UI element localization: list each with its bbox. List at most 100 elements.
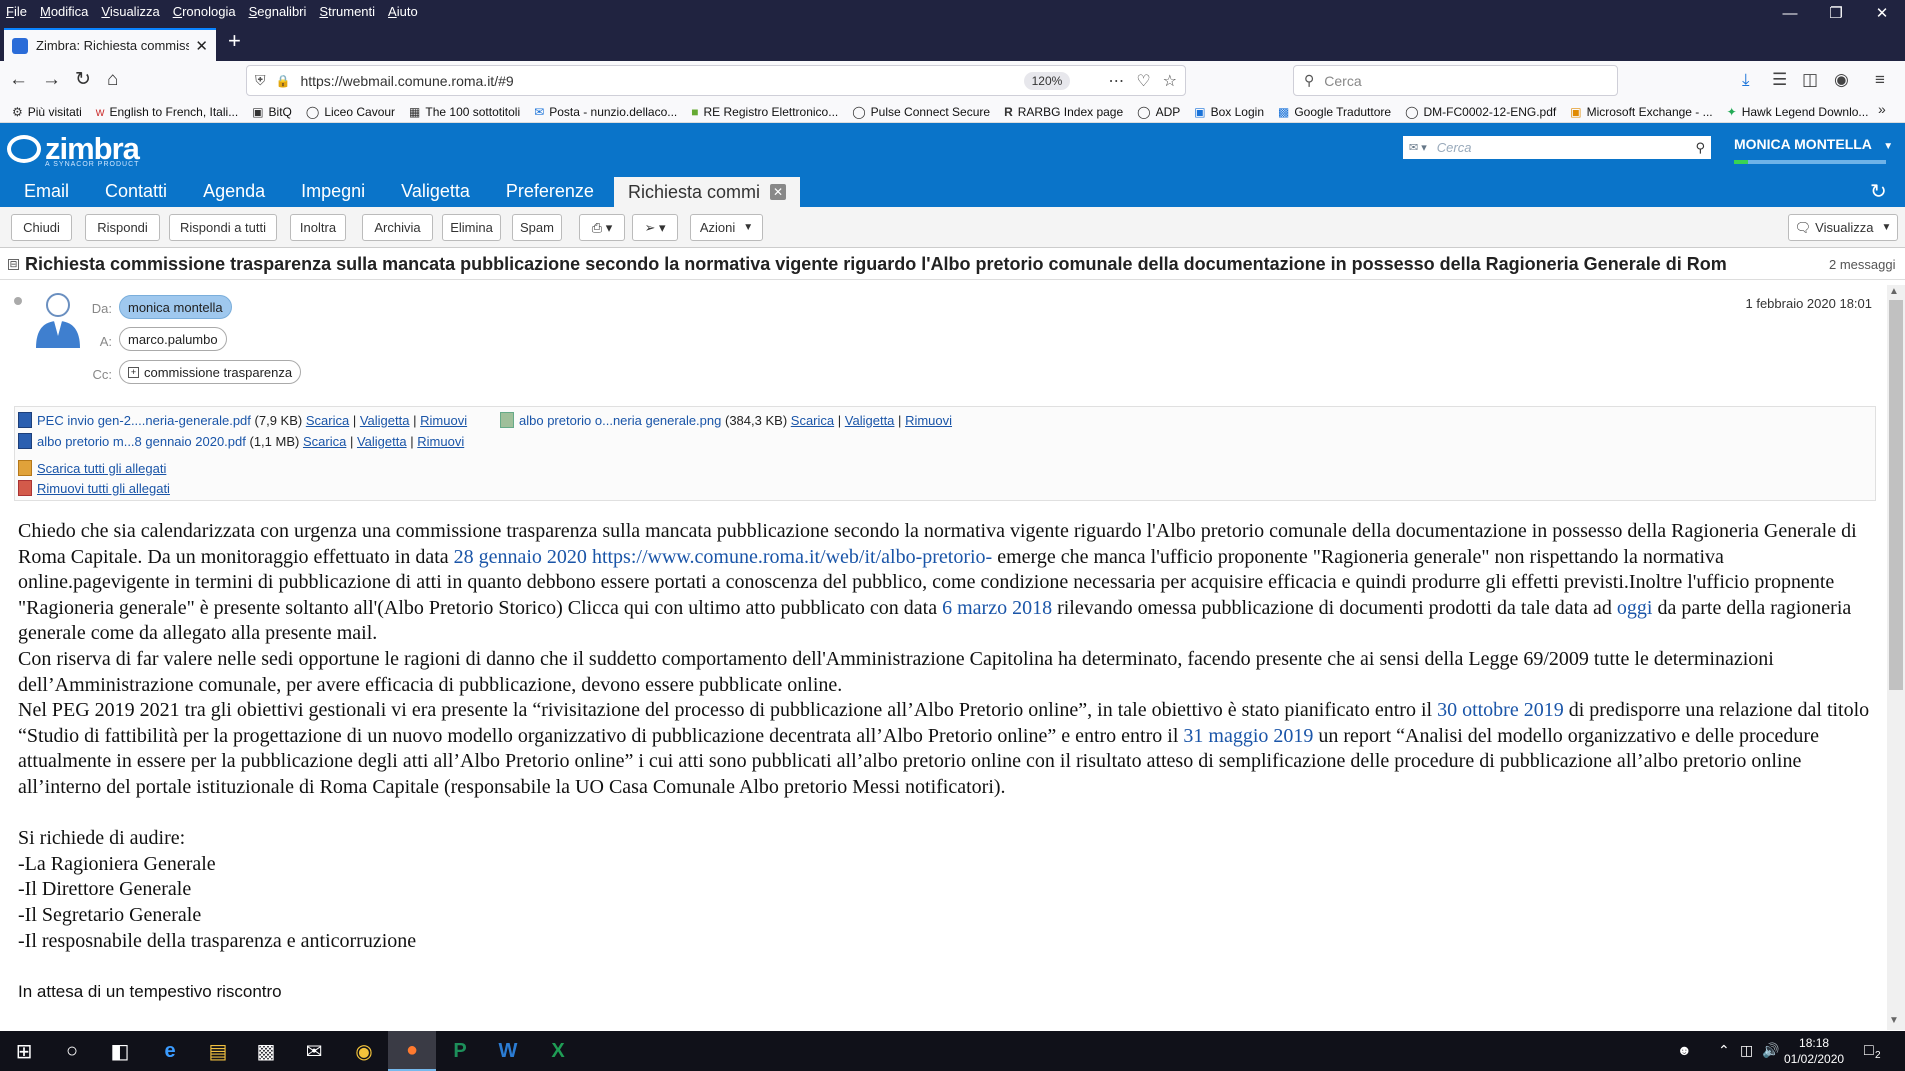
user-menu[interactable]: MONICA MONTELLA ▼ [1734, 136, 1893, 152]
bookmark-item[interactable]: ■ RE Registro Elettronico... [691, 105, 838, 119]
people-icon[interactable]: ☻ [1677, 1042, 1692, 1058]
recipient-pill[interactable]: marco.palumbo [119, 327, 227, 351]
download-icon[interactable]: ⤓ [1742, 70, 1750, 90]
menu-modifica[interactable]: Modifica [40, 4, 88, 19]
sender-pill[interactable]: monica montella [119, 295, 232, 319]
volume-icon[interactable]: 🔊 [1762, 1042, 1779, 1059]
remove-link[interactable]: Rimuovi [905, 413, 952, 428]
archive-button[interactable]: Archivia [362, 214, 433, 241]
mail-icon[interactable]: ✉ [290, 1031, 338, 1071]
tab-contatti[interactable]: Contatti [87, 177, 185, 207]
albo-pretorio-link[interactable]: https://www.comune.roma.it/web/it/albo-p… [592, 546, 992, 568]
download-link[interactable]: Scarica [791, 413, 834, 428]
zoom-badge[interactable]: 120% [1023, 71, 1071, 90]
bookmark-star-icon[interactable]: ☆ [1163, 71, 1177, 91]
remove-link[interactable]: Rimuovi [417, 434, 464, 449]
briefcase-link[interactable]: Valigetta [845, 413, 895, 428]
scroll-up-icon[interactable]: ▲ [1889, 286, 1899, 297]
bookmark-item[interactable]: ✉ Posta - nunzio.dellaco... [534, 105, 677, 119]
tab-valigetta[interactable]: Valigetta [383, 177, 488, 207]
chevron-up-icon[interactable]: ⌃ [1718, 1042, 1730, 1059]
word-icon[interactable]: W [484, 1031, 532, 1071]
new-tab-icon[interactable]: + [228, 30, 241, 52]
view-button[interactable]: 🗨 Visualizza ▼ [1788, 214, 1898, 241]
scroll-down-icon[interactable]: ▼ [1889, 1015, 1899, 1026]
date-link[interactable]: 31 maggio 2019 [1183, 725, 1313, 747]
bookmark-item[interactable]: w English to French, Itali... [96, 105, 238, 119]
scrollbar-thumb[interactable] [1889, 300, 1903, 690]
menu-aiuto[interactable]: Aiuto [388, 4, 418, 19]
chrome-icon[interactable]: ◉ [340, 1031, 388, 1071]
date-link[interactable]: 28 gennaio 2020 [454, 546, 587, 568]
reply-all-button[interactable]: Rispondi a tutti [169, 214, 277, 241]
expand-icon[interactable]: ⊟ [8, 258, 19, 270]
url-bar[interactable]: ⛨ 🔒 https://webmail.comune.roma.it/#9 12… [246, 65, 1186, 96]
publisher-icon[interactable]: P [436, 1031, 484, 1071]
hamburger-menu-icon[interactable]: ≡ [1875, 70, 1885, 90]
reload-icon[interactable]: ↻ [75, 69, 91, 91]
menu-cronologia[interactable]: Cronologia [173, 4, 236, 19]
cc-pill[interactable]: + commissione trasparenza [119, 360, 302, 384]
search-icon[interactable]: ○ [48, 1031, 96, 1071]
bookmark-item[interactable]: ▣ Microsoft Exchange - ... [1570, 105, 1712, 119]
expand-group-icon[interactable]: + [128, 366, 139, 378]
tab-email[interactable]: Email [0, 177, 87, 207]
close-tab-icon[interactable]: ✕ [769, 184, 786, 200]
search-icon[interactable]: ⚲ [1695, 140, 1705, 156]
back-icon[interactable]: ← [9, 69, 28, 91]
bookmark-item[interactable]: ▩ Google Traduttore [1278, 105, 1391, 119]
actions-button[interactable]: Azioni ▼ [690, 214, 763, 241]
browser-search-bar[interactable]: ⚲ Cerca [1293, 65, 1618, 96]
tab-preferenze[interactable]: Preferenze [488, 177, 612, 207]
sidebar-icon[interactable]: ◫ [1802, 70, 1818, 90]
bookmark-item[interactable]: ▣ BitQ [252, 105, 292, 119]
refresh-icon[interactable]: ↻ [1870, 179, 1887, 204]
browser-tab-zimbra[interactable]: Zimbra: Richiesta commissione ✕ [4, 28, 216, 61]
more-actions-icon[interactable]: ⋯ [1108, 71, 1124, 91]
tab-impegni[interactable]: Impegni [283, 177, 383, 207]
briefcase-link[interactable]: Valigetta [360, 413, 410, 428]
menu-visualizza[interactable]: Visualizza [101, 4, 159, 19]
remove-link[interactable]: Rimuovi [420, 413, 467, 428]
menu-segnalibri[interactable]: Segnalibri [249, 4, 307, 19]
spam-button[interactable]: Spam [512, 214, 562, 241]
task-view-icon[interactable]: ◧ [96, 1031, 144, 1071]
date-link[interactable]: oggi [1617, 597, 1653, 619]
close-tab-icon[interactable]: ✕ [195, 37, 208, 55]
file-explorer-icon[interactable]: ▤ [194, 1031, 242, 1071]
bookmark-item[interactable]: ◯ Liceo Cavour [306, 105, 395, 119]
library-icon[interactable]: ☰ [1772, 70, 1787, 90]
notifications-icon[interactable]: □ [1864, 1042, 1874, 1060]
bookmark-item[interactable]: R RARBG Index page [1004, 105, 1123, 119]
bookmark-item[interactable]: ⚙ Più visitati [12, 105, 82, 119]
date-link[interactable]: 30 ottobre 2019 [1437, 699, 1564, 721]
read-status-dot[interactable] [14, 297, 22, 305]
bookmark-item[interactable]: ◯ DM-FC0002-12-ENG.pdf [1405, 105, 1556, 119]
bookmark-item[interactable]: ✦ Hawk Legend Downlo... [1727, 105, 1869, 119]
download-link[interactable]: Scarica [306, 413, 349, 428]
store-icon[interactable]: ▩ [242, 1031, 290, 1071]
pocket-icon[interactable]: ♡ [1136, 71, 1150, 91]
bookmark-item[interactable]: ◯ Pulse Connect Secure [852, 105, 990, 119]
clock[interactable]: 18:18 01/02/2020 [1784, 1035, 1844, 1067]
remove-all-link[interactable]: Rimuovi tutti gli allegati [37, 481, 170, 496]
firefox-icon[interactable]: ● [388, 1031, 436, 1071]
print-button[interactable]: ⎙ ▾ [579, 214, 625, 241]
search-type-dropdown-icon[interactable]: ✉ ▾ [1409, 141, 1427, 154]
excel-icon[interactable]: X [534, 1031, 582, 1071]
forward-button[interactable]: Inoltra [290, 214, 346, 241]
account-icon[interactable]: ◉ [1834, 70, 1849, 90]
tab-agenda[interactable]: Agenda [185, 177, 283, 207]
reply-button[interactable]: Rispondi [85, 214, 160, 241]
attachment-name[interactable]: albo pretorio o...neria generale.png [519, 413, 721, 428]
edge-icon[interactable]: e [146, 1031, 194, 1071]
tag-button[interactable]: ➢ ▾ [632, 214, 678, 241]
download-all-link[interactable]: Scarica tutti gli allegati [37, 461, 166, 476]
network-icon[interactable]: ◫ [1740, 1042, 1753, 1059]
close-button[interactable]: Chiudi [11, 214, 72, 241]
home-icon[interactable]: ⌂ [107, 69, 118, 91]
shield-icon[interactable]: ⛨ [255, 72, 266, 89]
menu-file[interactable]: File [6, 4, 27, 19]
tab-richiesta[interactable]: Richiesta commi ✕ [613, 177, 800, 207]
bookmarks-overflow-icon[interactable]: » [1878, 101, 1886, 117]
